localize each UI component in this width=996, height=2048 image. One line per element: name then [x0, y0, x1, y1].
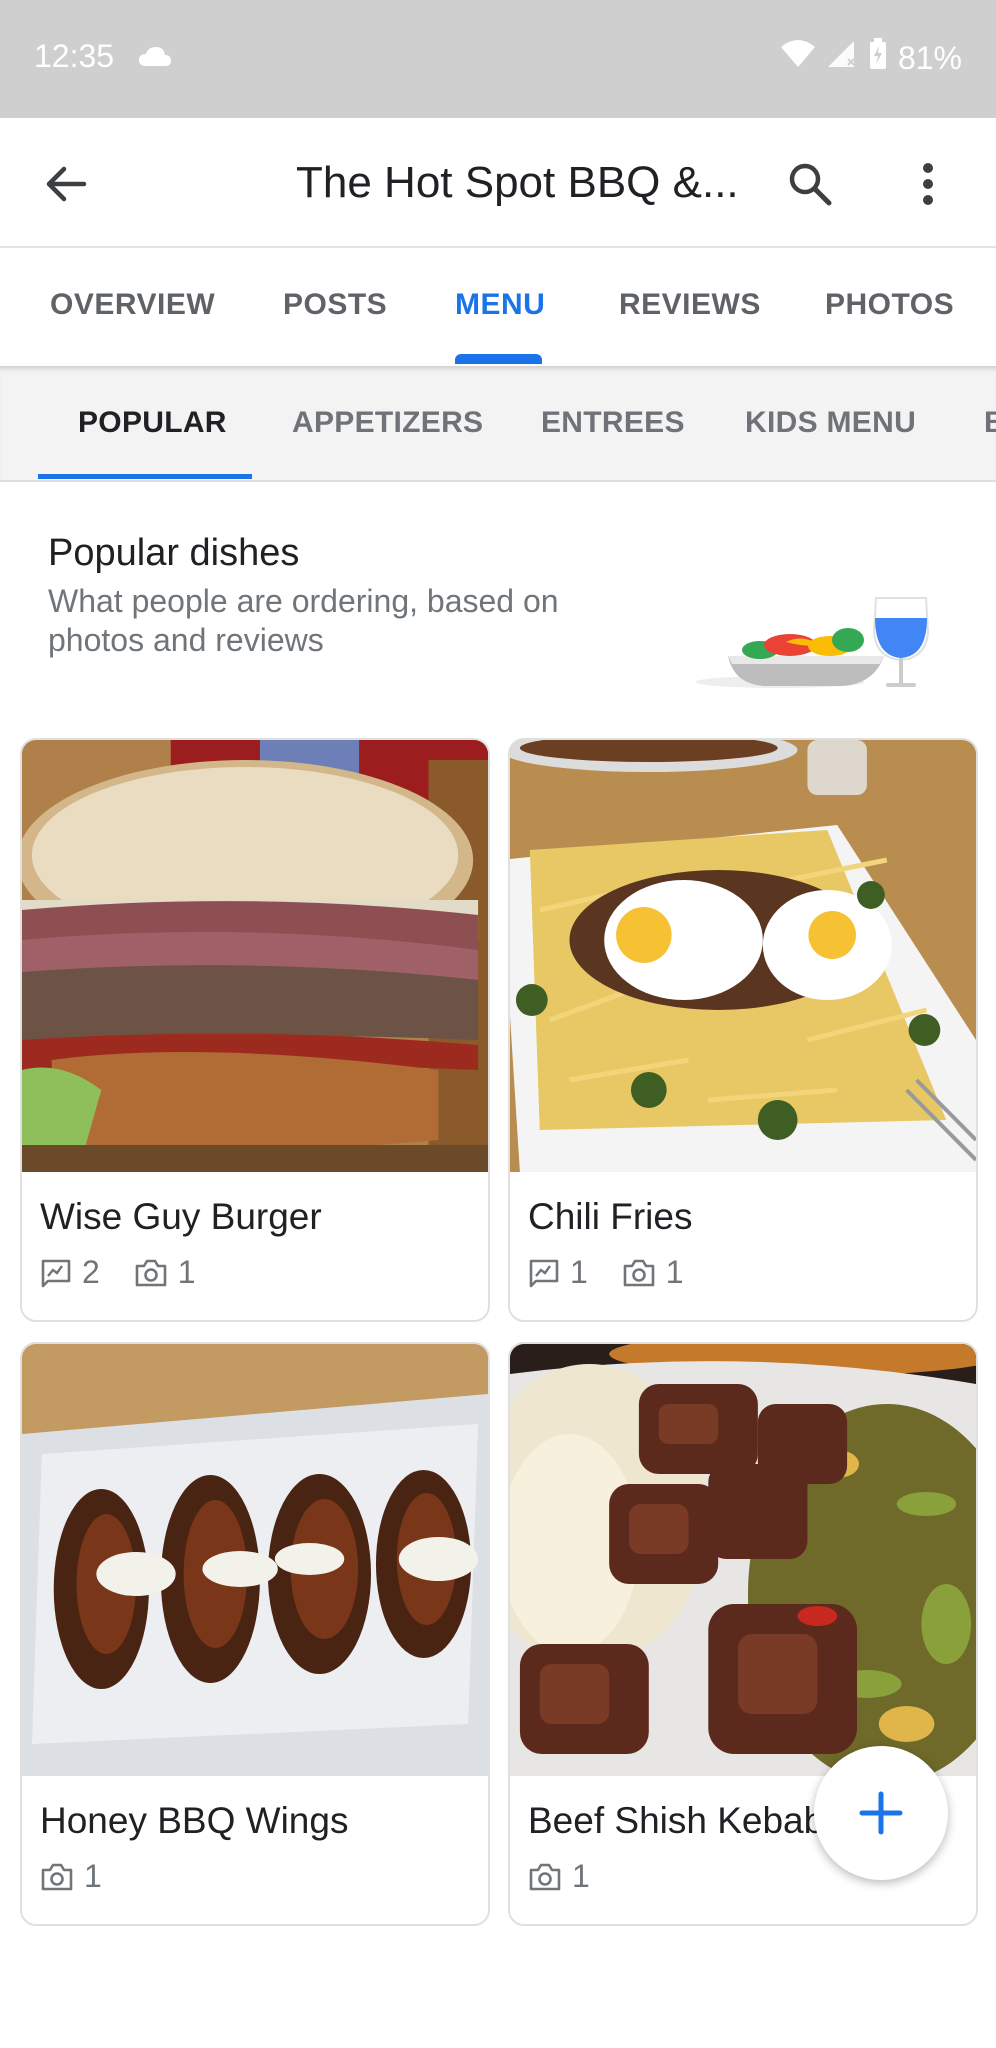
subtab-next[interactable]: B [984, 406, 996, 440]
dish-name: Chili Fries [528, 1196, 693, 1237]
dish-name: Wise Guy Burger [40, 1196, 322, 1237]
food-illustration [695, 597, 930, 688]
review-count: 1 [570, 1254, 588, 1290]
photo-count: 1 [665, 1254, 684, 1290]
tab-reviews[interactable]: REVIEWS [619, 288, 761, 322]
back-button[interactable] [38, 156, 94, 212]
main-tabs: OVERVIEW POSTS MENU REVIEWS PHOTOS [0, 248, 996, 366]
dish-photo [22, 1344, 488, 1776]
review-count: 2 [82, 1254, 100, 1290]
subtab-popular[interactable]: POPULAR [78, 406, 227, 440]
subtab-entrees[interactable]: ENTREES [541, 406, 685, 440]
battery-percent: 81% [897, 39, 962, 76]
menu-section-tabs: POPULAR APPETIZERS ENTREES KIDS MENU B [0, 366, 996, 482]
dish-card[interactable]: Wise Guy Burger 2 1 [20, 738, 490, 1322]
camera-icon [529, 1863, 561, 1890]
dish-stats: 2 1 [40, 1254, 230, 1291]
search-button[interactable] [782, 156, 838, 212]
dish-stats: 1 [40, 1858, 136, 1895]
photo-count: 1 [572, 1858, 590, 1894]
dish-stats: 1 [528, 1858, 624, 1895]
more-vert-icon [923, 163, 933, 205]
photo-count: 1 [84, 1858, 102, 1894]
dish-name: Honey BBQ Wings [40, 1800, 349, 1841]
add-button[interactable] [814, 1746, 948, 1880]
status-icons: 81% [780, 38, 962, 78]
active-subtab-indicator [38, 474, 252, 479]
tab-menu[interactable]: MENU [455, 288, 545, 322]
dish-photo [22, 740, 488, 1172]
subtab-kids-menu[interactable]: KIDS MENU [745, 406, 916, 440]
wifi-icon [780, 39, 816, 77]
battery-icon [868, 38, 888, 78]
camera-icon [135, 1259, 167, 1286]
app-bar: The Hot Spot BBQ &... [0, 118, 996, 248]
tab-photos[interactable]: PHOTOS [825, 288, 954, 322]
search-icon [789, 163, 832, 206]
section-subtitle: What people are ordering, based on photo… [48, 583, 559, 658]
review-icon [41, 1259, 71, 1287]
camera-icon [623, 1259, 655, 1286]
arrow-back-icon [46, 166, 87, 202]
signal-icon [826, 39, 858, 77]
status-time: 12:35 [34, 38, 115, 74]
status-bar: 12:35 81% [0, 0, 996, 118]
subtab-appetizers[interactable]: APPETIZERS [292, 406, 483, 440]
tab-overview[interactable]: OVERVIEW [50, 288, 215, 322]
camera-icon [41, 1863, 73, 1890]
plus-icon [859, 1791, 903, 1835]
photo-count: 1 [177, 1254, 196, 1290]
active-tab-indicator [455, 354, 542, 364]
review-icon [529, 1259, 559, 1287]
dish-stats: 1 1 [528, 1254, 718, 1291]
more-options-button[interactable] [900, 156, 956, 212]
page-title: The Hot Spot BBQ &... [296, 158, 739, 207]
dish-card[interactable]: Honey BBQ Wings 1 [20, 1342, 490, 1926]
tab-posts[interactable]: POSTS [283, 288, 387, 322]
popular-dishes-header: Popular dishes What people are ordering,… [0, 482, 996, 712]
dish-photo [510, 740, 976, 1172]
section-title: Popular dishes [48, 532, 300, 574]
dish-photo [510, 1344, 976, 1776]
cloud-icon [138, 46, 172, 73]
dish-card[interactable]: Chili Fries 1 1 [508, 738, 978, 1322]
dish-name: Beef Shish Kebab [528, 1800, 825, 1841]
